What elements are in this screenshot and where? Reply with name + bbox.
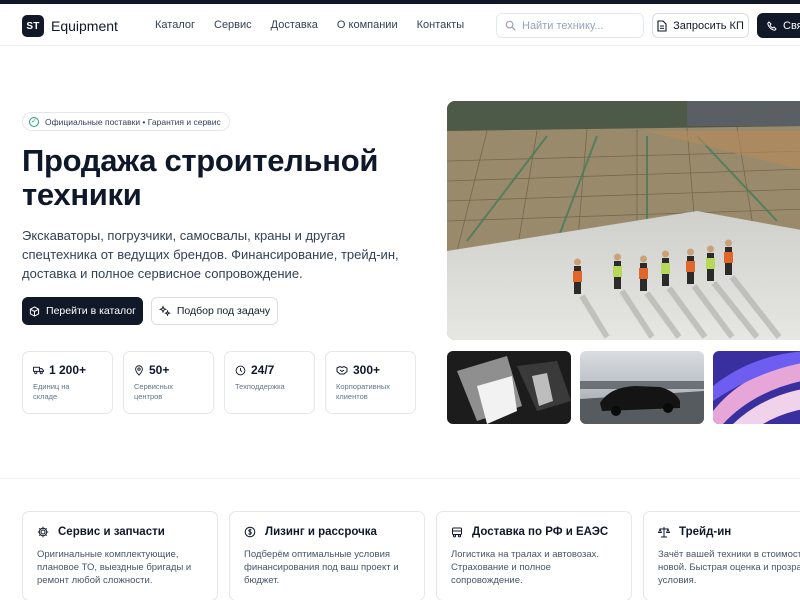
phone-icon [767,20,777,31]
nav-item-contacts[interactable]: Контакты [417,19,465,31]
nav-item-service[interactable]: Сервис [214,19,252,31]
logo[interactable]: ST Equipment [22,15,118,37]
scales-icon [658,526,670,538]
feature-card-trade-in[interactable]: Трейд-ин Зачёт вашей техники в стоимость… [643,511,800,600]
stat-value: 50+ [149,363,170,377]
section-divider [0,478,800,479]
hero-construction-photo [447,101,800,340]
box-icon [29,305,40,317]
gear-icon [37,526,49,538]
feature-card-service[interactable]: Сервис и запчасти Оригинальные комплекту… [22,511,218,600]
feature-card-leasing[interactable]: Лизинг и рассрочка Подберём оптимальные … [229,511,425,600]
stat-label: Корпоративных клиентов [336,382,391,401]
feature-text: Логистика на тралах и автовозах. Страхов… [451,549,600,586]
document-icon [657,19,667,32]
request-quote-label: Запросить КП [673,19,744,32]
feature-title: Доставка по РФ и ЕАЭС [472,526,609,538]
site-header: ST Equipment Каталог Сервис Доставка О к… [0,4,800,46]
logo-mark: ST [22,15,44,37]
feature-card-delivery[interactable]: Доставка по РФ и ЕАЭС Логистика на трала… [436,511,632,600]
map-pin-icon [134,364,144,376]
main-nav: Каталог Сервис Доставка О компании Конта… [155,19,483,31]
stat-card: 1 200+ Единиц на складе [22,351,113,414]
feature-title: Сервис и запчасти [58,526,165,538]
go-to-catalog-label: Перейти в каталог [46,305,136,317]
stat-label: Техподдержка [235,382,285,391]
search-input[interactable] [522,19,640,32]
handshake-icon [336,365,348,375]
feature-text: Подберём оптимальные условия финансирова… [244,549,399,586]
clock-icon [235,365,246,376]
check-circle-icon: ✓ [29,116,39,127]
feature-title: Лизинг и рассрочка [265,526,377,538]
call-label: Свя [783,19,800,32]
page-title: Продажа строительной техники [22,143,379,212]
thumbnail-abstract-purple[interactable] [713,351,800,424]
stats-row: 1 200+ Единиц на складе 50+ Сервисных це… [22,351,416,414]
nav-item-about[interactable]: О компании [337,19,398,31]
thumbnail-car[interactable] [580,351,704,424]
coin-icon [244,526,256,538]
nav-item-catalog[interactable]: Каталог [155,19,195,31]
stat-label: Сервисных центров [134,382,173,401]
stat-value: 1 200+ [49,363,87,377]
stat-value: 300+ [353,363,381,377]
stat-value: 24/7 [251,363,275,377]
stat-card: 300+ Корпоративных клиентов [325,351,416,414]
request-quote-button[interactable]: Запросить КП [652,13,749,38]
feature-title: Трейд-ин [679,526,732,538]
go-to-catalog-button[interactable]: Перейти в каталог [22,297,143,325]
match-to-task-button[interactable]: Подбор под задачу [151,297,278,325]
feature-text: Зачёт вашей техники в стоимость новой. Б… [658,549,800,586]
thumbnail-abstract-dark[interactable] [447,351,571,424]
logo-text: Equipment [51,18,118,34]
match-to-task-label: Подбор под задачу [176,305,271,317]
search-box[interactable] [496,13,644,38]
search-icon [505,20,516,31]
call-button[interactable]: Свя [757,13,800,38]
hero-description: Экскаваторы, погрузчики, самосвалы, кран… [22,228,399,281]
stat-card: 50+ Сервисных центров [123,351,214,414]
sparkles-icon [158,305,171,317]
delivery-truck-icon [451,526,463,538]
truck-icon [33,365,44,375]
stat-card: 24/7 Техподдержка [224,351,315,414]
stat-label: Единиц на складе [33,382,70,401]
trust-badge: ✓ Официальные поставки • Гарантия и серв… [22,112,230,131]
nav-item-delivery[interactable]: Доставка [271,19,318,31]
trust-badge-text: Официальные поставки • Гарантия и сервис [45,116,221,127]
feature-text: Оригинальные комплектующие, плановое ТО,… [37,549,192,586]
